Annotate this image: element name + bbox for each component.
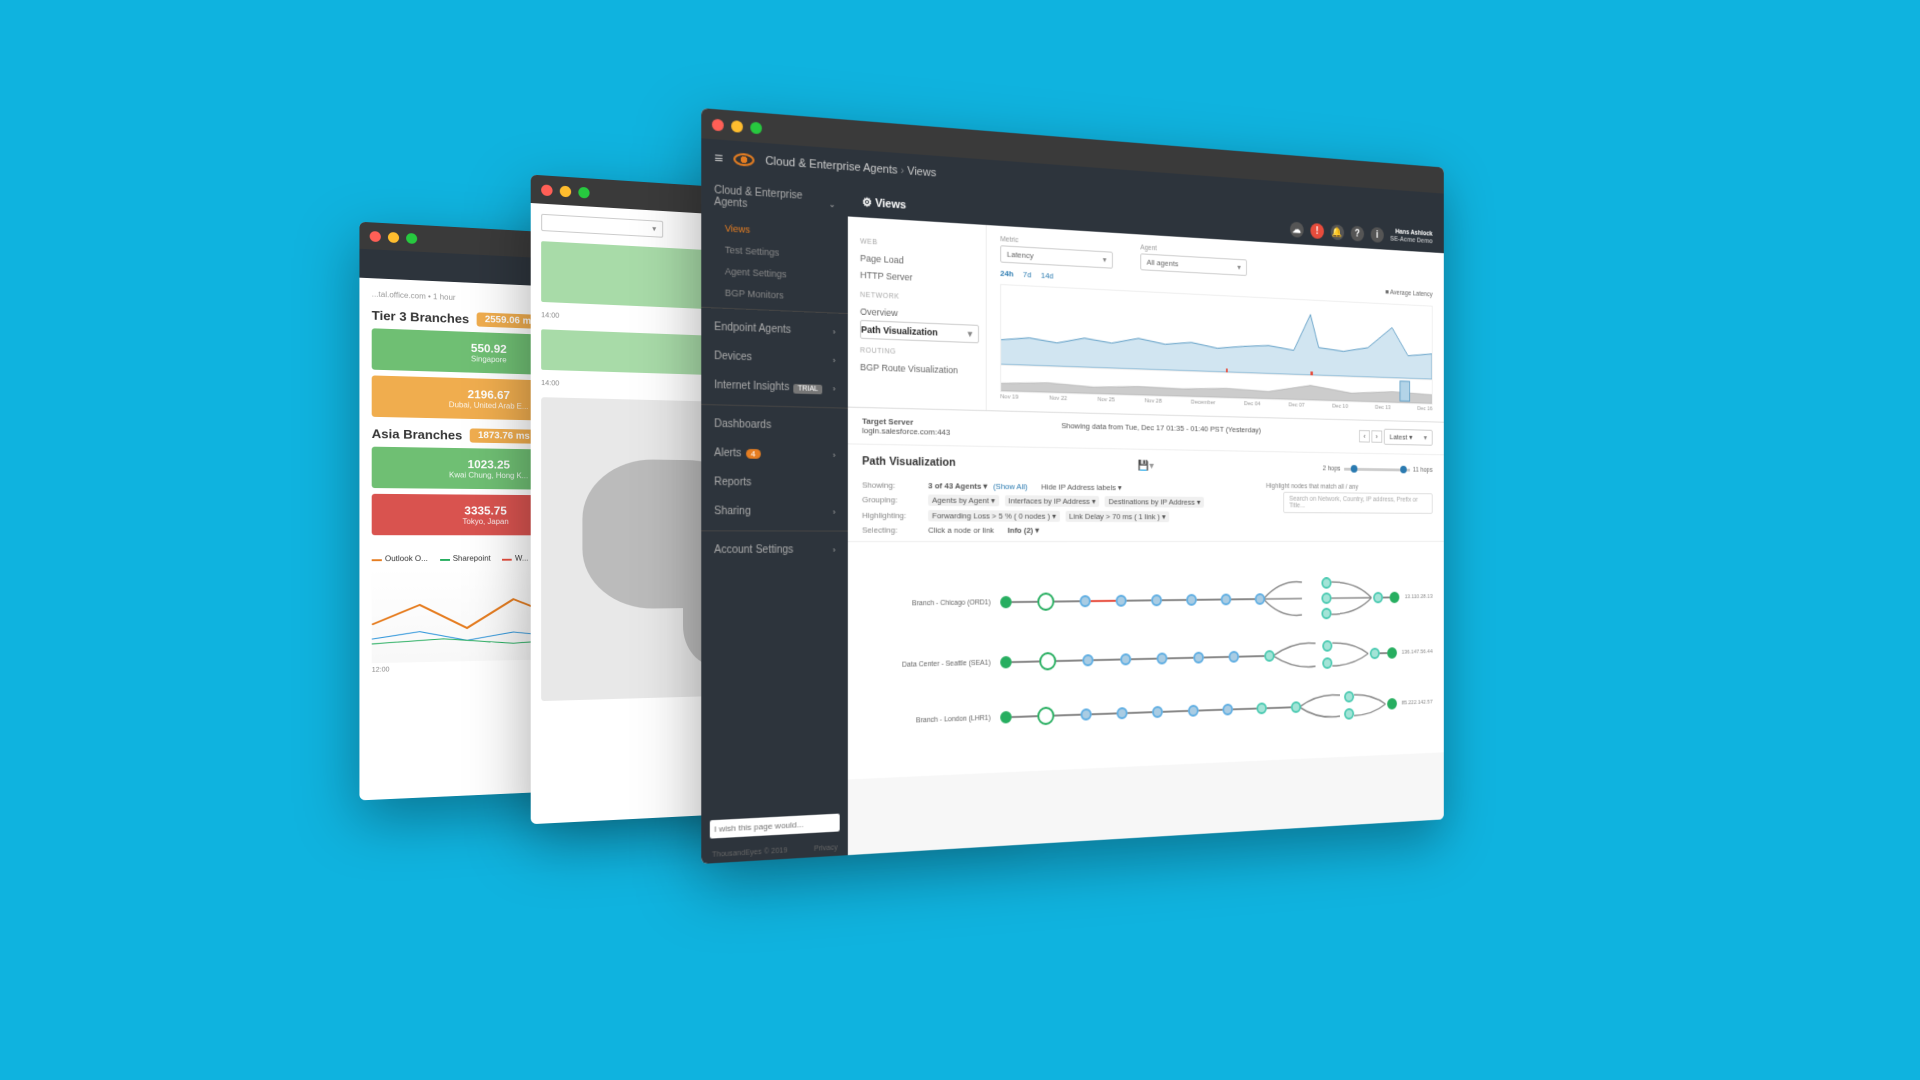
hop-node[interactable]: [1116, 595, 1127, 607]
agent-node[interactable]: [1000, 711, 1011, 724]
sidebar-item-alerts[interactable]: Alerts4›: [701, 438, 848, 469]
cloud-icon[interactable]: ☁: [1290, 222, 1304, 238]
hop-node[interactable]: [1186, 594, 1197, 606]
hop-node[interactable]: [1080, 595, 1091, 607]
agent-select[interactable]: All agents: [1140, 253, 1247, 276]
close-icon[interactable]: [370, 230, 381, 241]
breadcrumb: Cloud & Enterprise Agents › Views: [765, 155, 936, 180]
hop-node[interactable]: [1151, 594, 1162, 606]
hop-slider[interactable]: 2 hops 11 hops: [1323, 465, 1433, 473]
hop-node[interactable]: [1152, 706, 1163, 718]
hop-node[interactable]: [1344, 691, 1354, 703]
chevron-down-icon: ⌄: [829, 199, 836, 209]
grouping-agents[interactable]: Agents by Agent ▾: [928, 494, 999, 506]
path-diagram[interactable]: Branch - Chicago (ORD1): [848, 542, 1444, 780]
sidebar-item-devices[interactable]: Devices›: [701, 341, 848, 375]
dest-node[interactable]: [1387, 647, 1397, 659]
nav-next[interactable]: ›: [1372, 430, 1382, 443]
hop-node[interactable]: [1373, 592, 1383, 603]
hop-node[interactable]: [1229, 651, 1239, 663]
hop-node[interactable]: [1291, 701, 1301, 713]
hop-node[interactable]: [1322, 640, 1332, 652]
info-icon[interactable]: i: [1371, 227, 1384, 243]
sidebar-item-dashboards[interactable]: Dashboards: [701, 409, 848, 441]
sidebar-item-account-settings[interactable]: Account Settings›: [701, 536, 848, 565]
path-seattle: Data Center - Seattle (SEA1): [862, 633, 1433, 686]
dest-node[interactable]: [1390, 592, 1400, 603]
dropdown[interactable]: [541, 214, 663, 238]
sidebar-item-reports[interactable]: Reports: [701, 468, 848, 498]
alert-icon[interactable]: !: [1310, 223, 1324, 239]
window-path-visualization: ≡ Cloud & Enterprise Agents › Views Clou…: [701, 108, 1444, 864]
grouping-interfaces[interactable]: Interfaces by IP Address ▾: [1005, 495, 1100, 507]
vnav-bgp-route[interactable]: BGP Route Visualization: [860, 359, 974, 379]
hop-node[interactable]: [1039, 652, 1056, 671]
zoom-icon[interactable]: [578, 186, 589, 198]
hop-node[interactable]: [1257, 702, 1267, 714]
hop-node[interactable]: [1221, 594, 1232, 606]
sidebar-item-sharing[interactable]: Sharing›: [701, 497, 848, 527]
minimize-icon[interactable]: [388, 231, 399, 242]
tab-14d[interactable]: 14d: [1041, 271, 1054, 281]
agent-node[interactable]: [1000, 596, 1011, 608]
save-icon[interactable]: 💾▾: [1138, 460, 1154, 471]
hop-node[interactable]: [1344, 708, 1354, 720]
tab-24h[interactable]: 24h: [1000, 269, 1013, 279]
agent-node[interactable]: [1000, 656, 1011, 669]
hop-node[interactable]: [1080, 708, 1091, 720]
hop-node[interactable]: [1117, 707, 1128, 719]
hop-node[interactable]: [1222, 704, 1233, 716]
path-london: Branch - London (LHR1): [862, 684, 1433, 744]
help-icon[interactable]: ?: [1351, 226, 1364, 242]
sidebar-item-internet-insights[interactable]: Internet InsightsTRIAL›: [701, 370, 848, 403]
user-label[interactable]: Hans AshlockSE-Acme Demo: [1390, 228, 1432, 246]
main-content: ⚙ Views ☁ ! 🔔 ? i Hans AshlockSE-Acme De…: [848, 185, 1444, 855]
hop-node[interactable]: [1370, 648, 1380, 660]
hop-node[interactable]: [1038, 706, 1055, 725]
minimize-icon[interactable]: [560, 185, 571, 197]
grouping-destinations[interactable]: Destinations by IP Address ▾: [1105, 496, 1204, 508]
tab-7d[interactable]: 7d: [1023, 270, 1031, 280]
chart-area: MetricLatency AgentAll agents 24h 7d 14d…: [987, 225, 1444, 422]
search-input[interactable]: Search on Network, Country, IP address, …: [1283, 492, 1432, 514]
path-chicago: Branch - Chicago (ORD1): [862, 574, 1433, 630]
bell-icon[interactable]: 🔔: [1331, 224, 1344, 240]
nav-prev[interactable]: ‹: [1359, 430, 1369, 443]
minimize-icon[interactable]: [731, 120, 743, 133]
hop-node[interactable]: [1322, 577, 1332, 589]
latency-pill: 1873.76 ms: [470, 428, 537, 443]
hide-ip-toggle[interactable]: Hide IP Address labels ▾: [1041, 482, 1122, 492]
hl-delay[interactable]: Link Delay > 70 ms ( 1 link ) ▾: [1065, 511, 1169, 522]
hop-node[interactable]: [1157, 652, 1168, 664]
hamburger-icon[interactable]: ≡: [714, 149, 723, 167]
zoom-icon[interactable]: [750, 121, 762, 134]
feedback-input[interactable]: [710, 814, 840, 839]
close-icon[interactable]: [712, 118, 724, 131]
showing-select[interactable]: 3 of 43 Agents ▾: [928, 481, 987, 491]
zoom-icon[interactable]: [406, 232, 417, 243]
hop-node[interactable]: [1322, 608, 1332, 620]
privacy-link[interactable]: Privacy: [814, 844, 838, 853]
close-icon[interactable]: [541, 184, 552, 196]
latency-chart[interactable]: [1000, 284, 1432, 380]
dest-node[interactable]: [1387, 698, 1397, 710]
hop-node[interactable]: [1322, 657, 1332, 669]
hop-node[interactable]: [1120, 653, 1131, 665]
sidebar: Cloud & Enterprise Agents⌄ Views Test Se…: [701, 175, 848, 864]
hop-node[interactable]: [1322, 592, 1332, 604]
hop-node[interactable]: [1193, 652, 1204, 664]
hop-node[interactable]: [1037, 592, 1054, 610]
pv-filters: Highlight nodes that match all / any Sea…: [848, 474, 1444, 542]
hl-loss[interactable]: Forwarding Loss > 5 % ( 0 nodes ) ▾: [928, 510, 1060, 522]
show-all-link[interactable]: (Show All): [993, 482, 1027, 492]
info-dropdown[interactable]: Info (2) ▾: [1008, 526, 1039, 535]
latest-select[interactable]: Latest ▾: [1384, 429, 1433, 446]
hop-node[interactable]: [1083, 654, 1094, 666]
view-nav: WEB Page Load HTTP Server NETWORK Overvi…: [848, 216, 987, 410]
hop-node[interactable]: [1188, 705, 1199, 717]
thousandeyes-logo-icon: [734, 153, 755, 167]
vnav-path-visualization[interactable]: Path Visualization: [860, 320, 979, 343]
